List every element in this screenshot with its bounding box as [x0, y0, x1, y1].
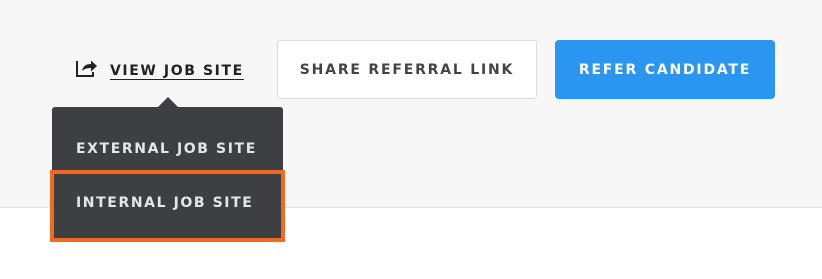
dropdown-caret: [158, 97, 178, 107]
view-job-site-label: VIEW JOB SITE: [110, 63, 244, 79]
share-referral-link-button[interactable]: SHARE REFERRAL LINK: [277, 40, 537, 99]
job-site-dropdown-menu: EXTERNAL JOB SITE INTERNAL JOB SITE: [52, 97, 283, 241]
menu-item-internal-job-site[interactable]: INTERNAL JOB SITE: [52, 178, 283, 228]
share-external-icon: [74, 56, 100, 80]
view-job-site-link[interactable]: VIEW JOB SITE: [74, 56, 244, 80]
menu-item-external-job-site[interactable]: EXTERNAL JOB SITE: [52, 124, 283, 174]
refer-candidate-button[interactable]: REFER CANDIDATE: [555, 40, 775, 99]
